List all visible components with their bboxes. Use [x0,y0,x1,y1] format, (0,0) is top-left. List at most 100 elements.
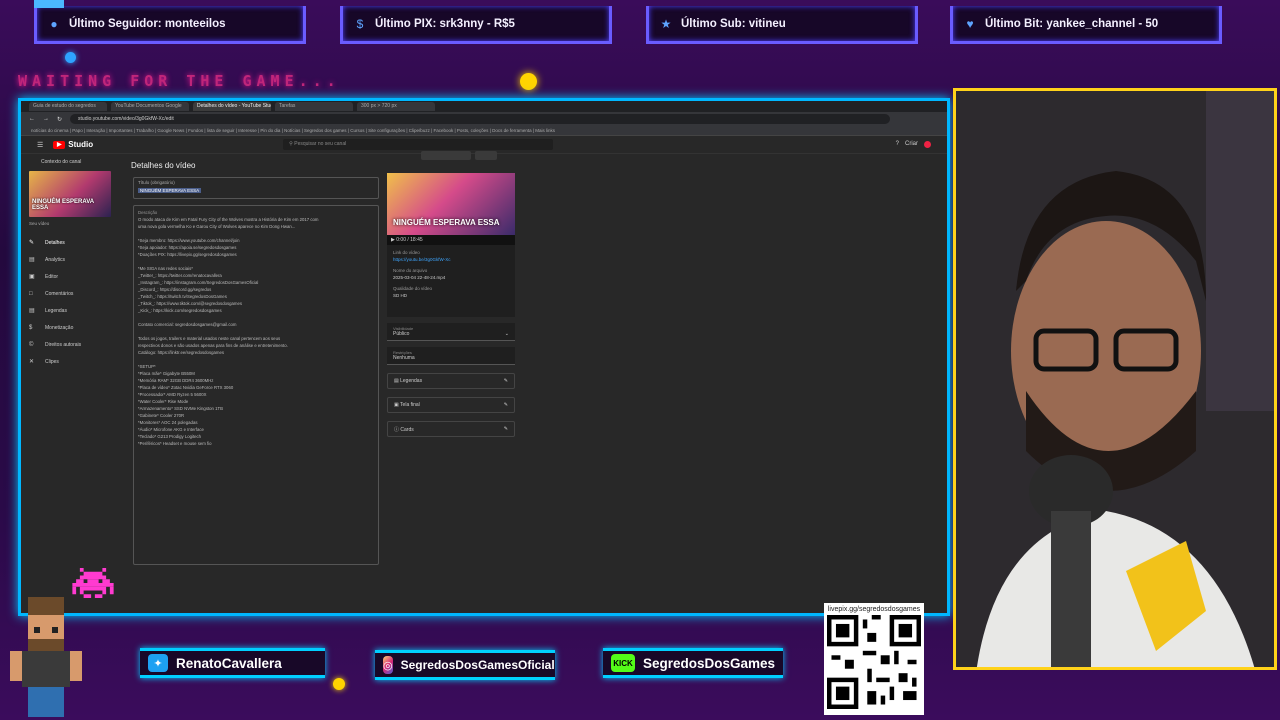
description-line: _Twitter_: https://twitter.com/renatocav… [138,273,222,278]
browser-tabs: Guia de estudo do segredos YouTube Docum… [21,101,947,112]
back-icon[interactable]: ← [29,116,35,122]
browser-tab[interactable]: 300 px > 720 px [357,102,435,111]
pencil-icon: ✎ [29,240,35,246]
comments-icon: □ [29,290,33,297]
bookmarks-bar[interactable]: notícias do cinema | Papo | Interação | … [21,126,947,136]
sidebar-item-comments[interactable]: □ Comentários [29,285,113,302]
video-time: 0:00 / 18:45 [396,237,423,243]
description-line: *Monitores* AOC 24 polegadas [138,420,198,425]
play-icon[interactable]: ▶ [391,237,395,243]
alert-bit-text: Último Bit: yankee_channel - 50 [985,17,1159,30]
filename-label: Nome do arquivo [393,268,428,273]
endscreen-row[interactable]: ▣ Tela final ✎ [387,397,515,413]
clips-icon: ✕ [29,359,35,365]
social-twitter[interactable]: ✦ RenatoCavallera [140,648,325,678]
forward-icon[interactable]: → [43,116,49,122]
sidebar-item-analytics[interactable]: ▤ Analytics [29,251,113,268]
description-line: _Kick_: https://kick.com/segredosdosgame… [138,308,222,313]
video-controls[interactable]: ▶ 0:00 / 18:45 [387,235,515,245]
video-info: Link do vídeo https://youtu.be/3g0GkfW-X… [387,245,515,317]
description-field[interactable]: Descrição O modo ataca de Kim em Fatal F… [133,205,379,565]
help-icon[interactable]: ? [896,141,899,148]
create-button[interactable]: Criar [905,141,918,148]
subtitles-icon: ▤ [29,308,35,314]
row-label: Legendas [400,378,423,384]
social-instagram-name: SegredosDosGamesOficial [400,658,555,672]
studio-logo[interactable]: ▶ Studio [53,140,93,149]
visibility-select[interactable]: Visibilidade Público ⌄ [387,323,515,341]
browser-tab-active[interactable]: Detalhes do vídeo - YouTube Studio [193,102,271,111]
star-icon: ★ [660,16,672,31]
quality-label: Qualidade do vídeo [393,286,433,291]
social-instagram[interactable]: ◎ SegredosDosGamesOficial [375,650,555,680]
search-placeholder: Pesquisar no seu canal [294,141,347,147]
sidebar-item-label: Analytics [45,256,66,263]
analytics-icon: ▤ [29,257,35,263]
quality-value: SD HD [393,293,408,298]
description-line: _Instagram_: https://instagram.com/Segre… [138,280,259,285]
sidebar-item-copyright[interactable]: © Direitos autorais [29,336,113,353]
alert-bar-follower: ● Último Seguidor: monteeilos [34,0,306,44]
alert-bar-bit: ♥ Último Bit: yankee_channel - 50 [950,6,1222,44]
description-line: _Discord_: https://discord.gg/segredos [138,287,212,292]
header-actions [421,151,497,160]
sidebar-video-thumbnail[interactable]: NINGUÉM ESPERAVA ESSA [29,171,111,217]
browser-tab[interactable]: YouTube Documentos Google [111,102,189,111]
description-line: *Water Cooler* Rise Mode [138,399,189,404]
studio-sidebar: Contexto do canal NINGUÉM ESPERAVA ESSA … [21,155,121,613]
sidebar-item-monetization[interactable]: $ Monetização [29,319,113,336]
sidebar-item-clips[interactable]: ✕ Clipes [29,353,113,370]
sidebar-item-label: Direitos autorais [45,341,82,348]
description-line: *Áudio* Microfone AKG e Interface [138,427,204,432]
save-button[interactable] [475,151,497,160]
description-line: *Placa de vídeo* Zotac Nvidia GeForce RT… [138,385,234,390]
title-field-label: Título (obrigatório) [138,180,175,185]
alert-follower-text: Último Seguidor: monteeilos [69,17,226,30]
video-preview[interactable]: NINGUÉM ESPERAVA ESSA [387,173,515,235]
cards-row[interactable]: ⓘ Cards ✎ [387,421,515,437]
description-line: *Doações PIX: https://livepix.gg/segredo… [138,252,237,257]
row-label: Cards [400,427,414,433]
description-line: *Periféricos* Headset e mouse sem fio [138,441,212,446]
page-title: Detalhes do vídeo [131,161,196,170]
description-line: *Armazenamento* SSD NVMe Kingston 1TB [138,406,224,411]
chevron-down-icon: ⌄ [504,331,509,337]
description-line: Catálogo: https://linktr.ee/segredosdosg… [138,350,224,355]
reload-icon[interactable]: ↻ [57,116,62,123]
menu-icon[interactable]: ☰ [37,141,43,149]
twitter-icon: ✦ [148,654,168,672]
description-line [138,314,374,321]
title-field[interactable]: Título (obrigatório) NINGUÉM ESPERAVA ES… [133,177,379,199]
address-input[interactable]: studio.youtube.com/video/3g0GkfW-Xc/edit [70,114,891,124]
pencil-icon[interactable]: ✎ [504,378,508,384]
dollar-icon: $ [356,16,364,31]
search-input[interactable]: ⚲ Pesquisar no seu canal [283,139,554,150]
heart-icon: ♥ [966,16,974,31]
avatar[interactable] [924,141,931,148]
subtitles-icon: ▤ [394,378,399,384]
details-main: Detalhes do vídeo Título (obrigatório) N… [129,151,947,613]
sidebar-item-editor[interactable]: ▣ Editor [29,268,113,285]
browser-tab[interactable]: Tarefas [275,102,353,111]
video-link[interactable]: https://youtu.be/3g0GkfW-Xc [393,256,509,263]
back-to-channel-link[interactable]: Contexto do canal [29,159,113,165]
description-line [138,328,374,335]
browser-tab[interactable]: Guia de estudo do segredos [29,102,107,111]
sidebar-item-subtitles[interactable]: ▤ Legendas [29,302,113,319]
social-kick[interactable]: KICK SegredosDosGames [603,648,783,678]
alert-bar-sub: ★ Último Sub: vitineu [646,6,918,44]
description-line: O modo ataca de Kim em Fatal Fury City o… [138,217,319,222]
description-line: _Tiktok_: https://www.tiktok.com/@segred… [138,301,243,306]
subtitles-row[interactable]: ▤ Legendas ✎ [387,373,515,389]
decorative-dot [333,678,345,690]
pencil-icon[interactable]: ✎ [504,426,508,432]
cards-icon: ⓘ [394,427,400,433]
undo-button[interactable] [421,151,471,160]
description-line: Todos os jogos, trailers e material usad… [138,336,281,341]
description-line: *Gabinete* Cooler 270R [138,413,185,418]
detail-fields: Título (obrigatório) NINGUÉM ESPERAVA ES… [133,177,379,605]
pencil-icon[interactable]: ✎ [504,402,508,408]
sidebar-item-details[interactable]: ✎ Detalhes [29,234,113,251]
restrictions-field[interactable]: Restrições Nenhuma [387,347,515,365]
description-line [138,356,374,363]
